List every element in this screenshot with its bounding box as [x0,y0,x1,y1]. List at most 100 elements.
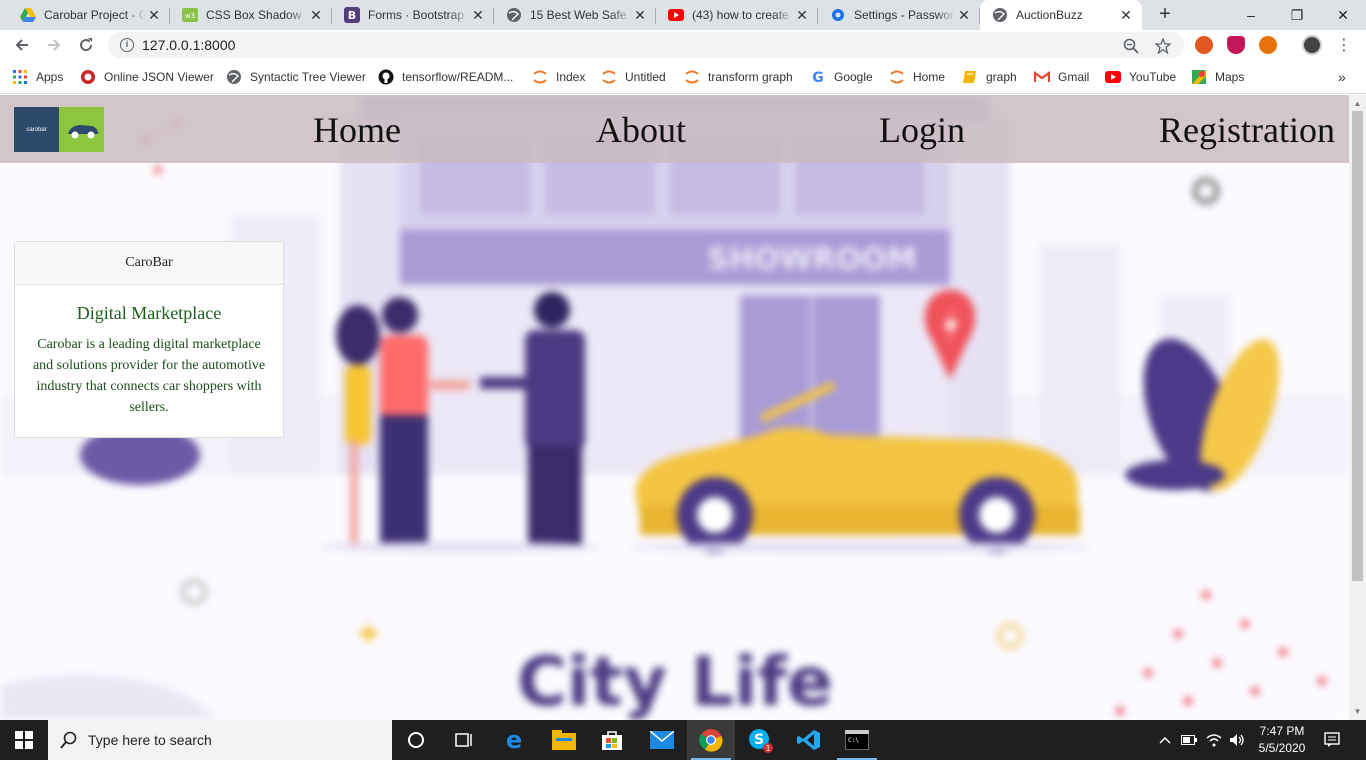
hero-caption: City Life [517,643,833,720]
svg-text:e: e [506,729,522,751]
page-viewport: SHOWROOM City Life carobar Home About Lo… [0,95,1349,720]
tab-youtube-how-to[interactable]: (43) how to create ✕ [656,0,818,30]
start-button[interactable] [0,720,48,760]
extension-fire-icon[interactable] [1195,36,1213,54]
page-scrollbar[interactable]: ▲ ▼ [1349,95,1366,720]
close-icon[interactable]: ✕ [1118,7,1134,23]
restore-button[interactable]: ❐ [1274,0,1320,30]
address-bar[interactable]: i 127.0.0.1:8000 [108,32,1184,58]
tab-css-box-shadow[interactable]: w3 CSS Box Shadow ✕ [170,0,332,30]
bookmark-syntactic-tree-viewer[interactable]: Syntactic Tree Viewer [226,68,366,86]
back-button[interactable] [10,33,34,57]
forward-button[interactable] [42,33,66,57]
close-icon[interactable]: ✕ [632,7,648,23]
bookmark-label: YouTube [1129,70,1177,84]
globe-icon [992,7,1008,23]
bookmark-graph[interactable]: graph [962,68,1017,86]
notifications-icon[interactable] [1324,732,1340,748]
wifi-icon[interactable] [1206,732,1222,748]
bookmark-untitled[interactable]: Untitled [601,68,666,86]
github-icon [378,69,394,85]
site-info-icon[interactable]: i [120,38,134,52]
bookmark-google[interactable]: G Google [810,68,872,86]
nav-about-link[interactable]: About [596,109,686,151]
close-icon[interactable]: ✕ [470,7,486,23]
bookmark-transform-graph[interactable]: transform graph [684,68,793,86]
bookmark-online-json-viewer[interactable]: Online JSON Viewer [80,68,214,86]
tray-chevron-up-icon[interactable] [1157,732,1173,748]
tab-settings-passwords[interactable]: Settings - Passwor ✕ [818,0,980,30]
svg-text:G: G [812,70,824,85]
jupyter-icon [889,69,905,85]
battery-icon[interactable] [1181,732,1197,748]
bookmark-apps[interactable]: Apps [12,68,63,86]
card-text: Carobar is a leading digital marketplace… [32,337,266,415]
reload-button[interactable] [74,33,98,57]
apps-grid-icon [12,69,28,85]
scroll-down-arrow-icon[interactable]: ▼ [1352,706,1363,717]
site-logo[interactable]: carobar [14,107,104,152]
extension-shield-icon[interactable] [1227,36,1245,54]
json-viewer-icon [80,69,96,85]
scroll-up-arrow-icon[interactable]: ▲ [1352,98,1363,109]
volume-icon[interactable] [1229,732,1245,748]
extension-duckduckgo-icon[interactable] [1259,36,1277,54]
bookmark-label: Gmail [1058,70,1090,84]
profile-avatar[interactable] [1302,35,1322,55]
url-text[interactable]: 127.0.0.1:8000 [142,37,235,53]
svg-text:w3: w3 [185,12,195,20]
menu-kebab-icon[interactable]: ⋮ [1332,33,1356,57]
close-icon[interactable]: ✕ [308,7,324,23]
edge-icon[interactable]: e [490,720,538,760]
chrome-icon[interactable] [687,720,735,760]
tab-auctionbuzz[interactable]: AuctionBuzz ✕ [980,0,1142,30]
bookmark-index[interactable]: Index [532,68,585,86]
bookmark-label: transform graph [708,70,793,84]
tab-title: Settings - Passwor [854,8,955,22]
bookmarks-overflow-button[interactable]: » [1338,68,1346,86]
minimize-button[interactable]: – [1228,0,1274,30]
vscode-icon[interactable] [785,720,833,760]
bootstrap-icon: B [344,7,360,23]
store-icon[interactable] [588,720,636,760]
close-icon[interactable]: ✕ [794,7,810,23]
system-clock[interactable]: 7:47 PM 5/5/2020 [1250,723,1314,757]
tab-carobar-project[interactable]: Carobar Project - G ✕ [8,0,170,30]
scroll-thumb[interactable] [1352,111,1363,581]
bookmark-home[interactable]: Home [889,68,945,86]
cortana-icon[interactable] [392,720,440,760]
mail-icon[interactable] [638,720,686,760]
logo-wordmark: carobar [14,107,59,152]
task-view-icon[interactable] [440,720,488,760]
nav-registration-link[interactable]: Registration [1159,109,1335,151]
jupyter-icon [684,69,700,85]
youtube-icon [1105,69,1121,85]
tab-forms-bootstrap[interactable]: B Forms · Bootstrap ✕ [332,0,494,30]
site-navbar: carobar Home About Login Registration [0,95,1349,163]
skype-icon[interactable]: S1 [736,720,784,760]
zoom-icon[interactable] [1122,37,1140,55]
globe-icon [226,69,242,85]
svg-text:C:\: C:\ [848,737,859,744]
reload-icon [80,38,93,52]
car-logo-icon [59,107,104,152]
bookmark-maps[interactable]: Maps [1191,68,1244,86]
nav-login-link[interactable]: Login [879,109,965,151]
bookmark-star-icon[interactable] [1154,37,1172,55]
tab-web-safe-fonts[interactable]: 15 Best Web Safe F ✕ [494,0,656,30]
close-icon[interactable]: ✕ [146,7,162,23]
close-icon[interactable]: ✕ [956,7,972,23]
bookmark-gmail[interactable]: Gmail [1034,68,1089,86]
taskbar-search-box[interactable]: Type here to search [48,720,392,760]
tab-strip: Carobar Project - G ✕ w3 CSS Box Shadow … [0,0,1366,30]
new-tab-button[interactable]: + [1154,0,1176,30]
bookmarks-bar: Apps Online JSON Viewer Syntactic Tree V… [0,60,1366,94]
nav-home-link[interactable]: Home [313,109,401,151]
bookmark-tensorflow-readme[interactable]: tensorflow/READM... [378,68,513,86]
bookmark-youtube[interactable]: YouTube [1105,68,1176,86]
close-window-button[interactable]: ✕ [1320,0,1366,30]
svg-text:S: S [754,732,764,748]
terminal-icon[interactable]: C:\ [833,720,881,760]
tab-title: Forms · Bootstrap [368,8,465,22]
file-explorer-icon[interactable] [540,720,588,760]
